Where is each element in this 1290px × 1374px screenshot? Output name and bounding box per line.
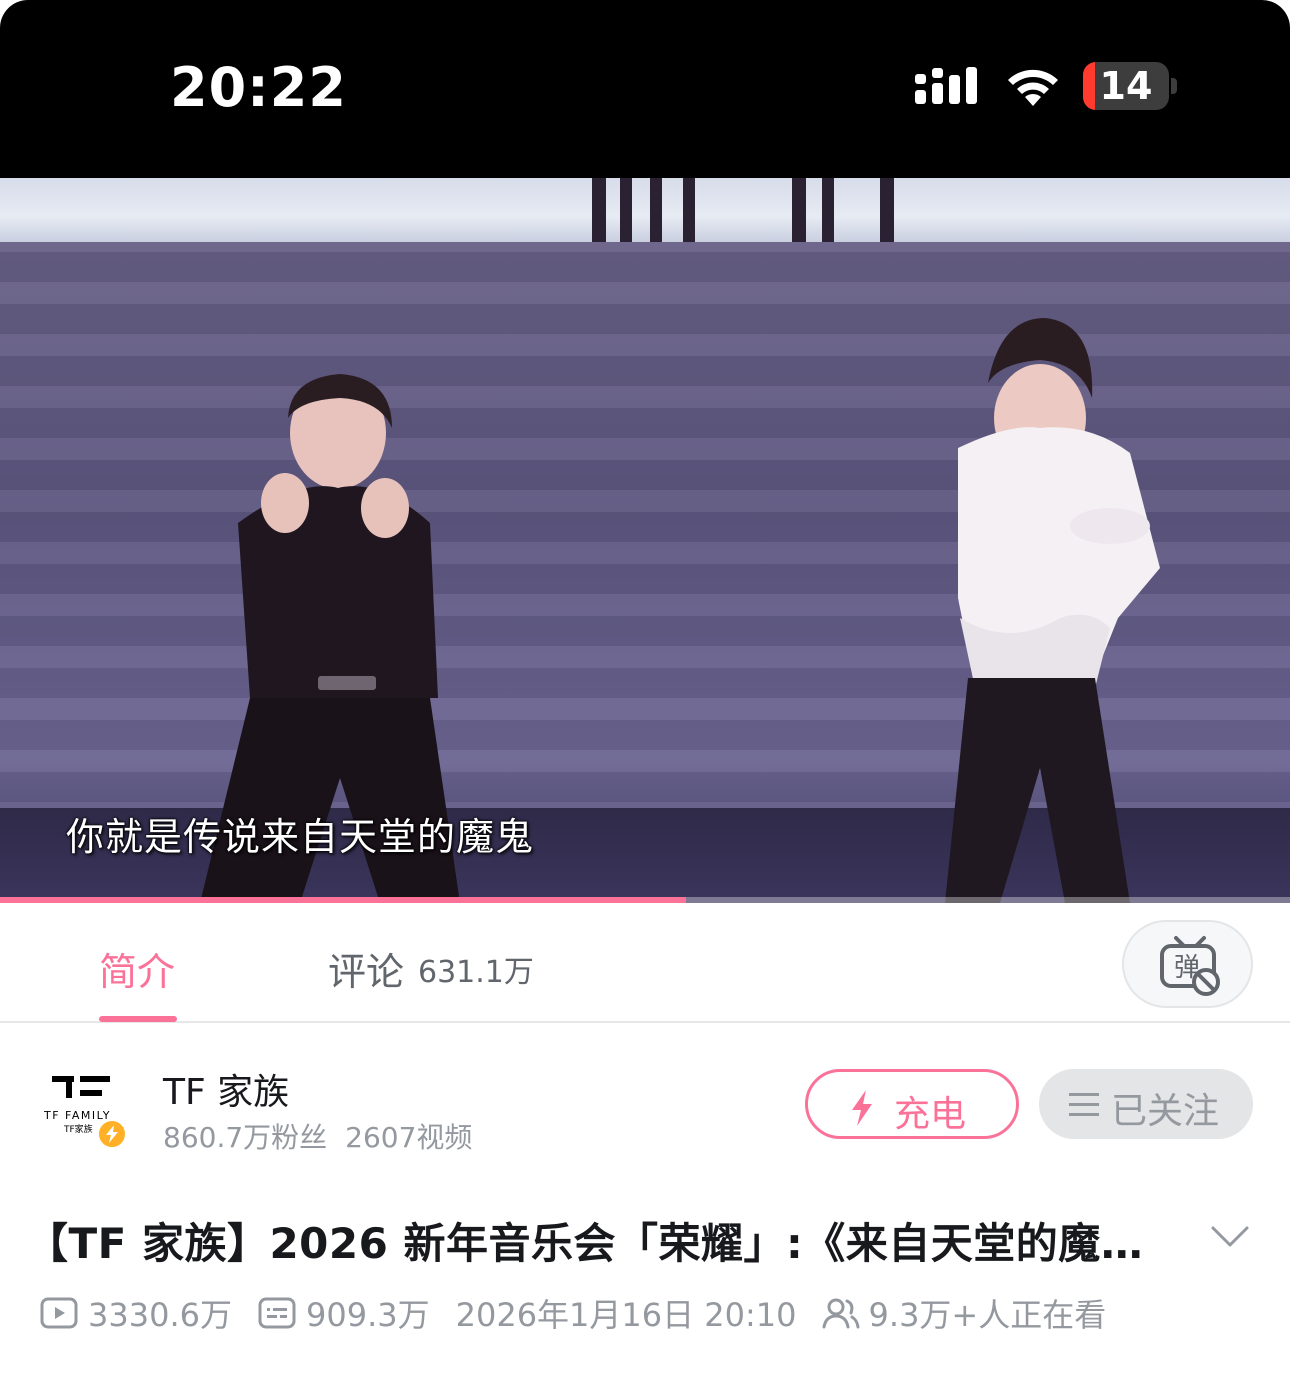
publish-date: 2026年1月16日 20:10	[455, 1296, 797, 1334]
watching-now: 9.3万+人正在看	[821, 1290, 1107, 1336]
signal-icon	[915, 67, 977, 104]
tab-active-indicator	[99, 1016, 177, 1022]
danmaku-count: 909.3万	[258, 1290, 430, 1336]
tab-comments-count[interactable]: 631.1万	[418, 947, 534, 991]
charge-button[interactable]: 充电	[805, 1069, 1019, 1139]
performer-right	[945, 318, 1160, 903]
charge-label: 充电	[894, 1094, 967, 1135]
play-count-icon	[40, 1297, 78, 1329]
video-meta: 3330.6万 909.3万 2026年1月16日 20:10 9.3万+人正在…	[40, 1292, 1106, 1334]
video-player[interactable]: 你就是传说来自天堂的魔鬼	[0, 178, 1290, 903]
logo-text: TF FAMILY	[43, 1109, 111, 1122]
video-subtitle: 你就是传说来自天堂的魔鬼	[66, 815, 535, 859]
view-count-value: 3330.6万	[88, 1296, 232, 1334]
chevron-down-icon[interactable]	[1210, 1224, 1250, 1250]
uploader-fans: 860.7万粉丝	[163, 1121, 328, 1154]
battery-icon: 14	[1083, 62, 1169, 110]
video-detail-page: 20:22 14 你就是传说来自天堂的魔鬼 简介 评论 631.1万 弹 TF …	[0, 0, 1290, 1374]
watching-now-value: 9.3万+人正在看	[868, 1296, 1107, 1334]
uploader-stats: 860.7万粉丝 2607视频	[163, 1116, 472, 1156]
danmaku-count-icon	[258, 1297, 296, 1329]
detail-tabs: 简介 评论 631.1万 弹	[0, 903, 1290, 1023]
verified-badge	[96, 1118, 128, 1150]
battery-tip	[1171, 78, 1177, 94]
status-bar: 20:22 14	[0, 0, 1290, 178]
uploader-video-count: 2607视频	[345, 1121, 473, 1154]
performers-illustration	[200, 178, 1160, 903]
danmaku-toggle-icon: 弹	[1160, 936, 1220, 996]
status-time: 20:22	[170, 56, 347, 119]
wifi-icon	[1008, 69, 1058, 106]
danmaku-toggle-button[interactable]: 弹	[1122, 920, 1253, 1008]
danmaku-count-value: 909.3万	[305, 1296, 430, 1334]
tab-intro[interactable]: 简介	[99, 941, 175, 996]
tab-comments[interactable]: 评论	[328, 941, 404, 996]
viewers-icon	[822, 1298, 860, 1329]
video-title[interactable]: 【TF 家族】2026 新年音乐会「荣耀」:《来自天堂的魔…	[26, 1210, 1156, 1271]
menu-icon	[1069, 1093, 1099, 1116]
lightning-icon	[852, 1090, 872, 1126]
battery-level: 14	[1099, 64, 1153, 108]
logo-subtext: TF家族	[63, 1123, 93, 1135]
lightning-icon	[106, 1125, 118, 1143]
view-count: 3330.6万	[40, 1290, 232, 1336]
uploader-name[interactable]: TF 家族	[163, 1063, 289, 1115]
follow-button[interactable]: 已关注	[1039, 1069, 1253, 1139]
follow-label: 已关注	[1111, 1091, 1220, 1132]
